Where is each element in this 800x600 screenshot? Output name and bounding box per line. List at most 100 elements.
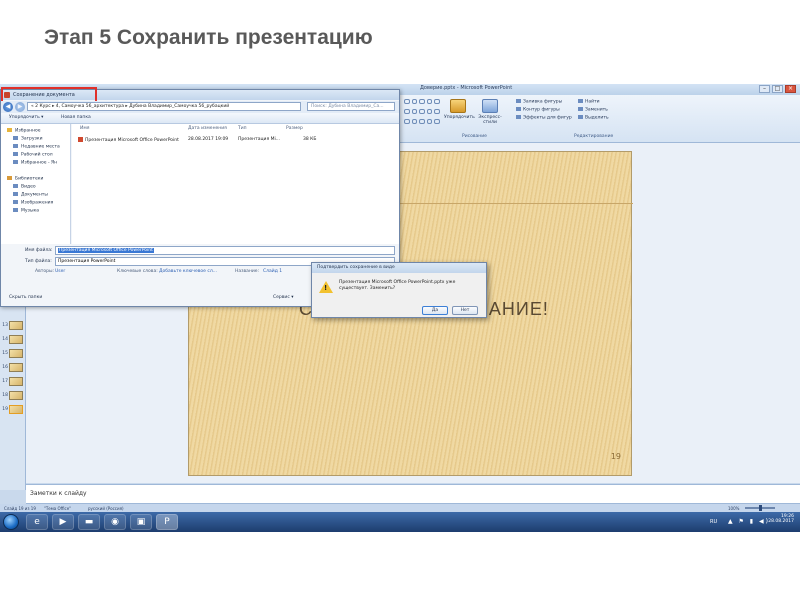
thumbnail-item[interactable]: 16 (1, 362, 25, 372)
thumbnail-image (9, 376, 23, 386)
shape-icon[interactable] (434, 119, 440, 124)
shape-icon[interactable] (426, 119, 433, 124)
thumbnail-item[interactable]: 18 (1, 390, 25, 400)
nav-documents[interactable]: Документы (13, 192, 48, 198)
start-button[interactable] (3, 514, 19, 530)
nav-libraries[interactable]: Библиотеки (7, 176, 43, 182)
no-button[interactable]: Нет (452, 306, 478, 315)
arrange-button[interactable]: Упорядочить (444, 99, 475, 127)
shape-icon[interactable] (426, 109, 433, 114)
shape-icon[interactable] (404, 109, 410, 114)
find-button[interactable]: Найти (578, 99, 600, 105)
column-date[interactable]: Дата изменения (188, 126, 227, 131)
shape-icon[interactable] (411, 109, 418, 114)
shape-outline-button[interactable]: Контур фигуры (516, 107, 560, 113)
nav-video[interactable]: Видео (13, 184, 36, 190)
zoom-slider[interactable] (745, 505, 775, 511)
back-icon[interactable]: ◀ (3, 102, 13, 112)
shape-icon[interactable] (426, 99, 433, 104)
arrange-icon (450, 99, 466, 113)
shapes-gallery[interactable] (404, 99, 440, 127)
folder-icon[interactable]: ▬ (78, 514, 100, 530)
search-input[interactable]: Поиск: Дубина Владимир_Са... (307, 102, 395, 111)
title-value[interactable]: Слайд 1 (263, 269, 282, 274)
service-button[interactable]: Сервис ▾ (273, 295, 294, 300)
slide-number: 19 (610, 452, 621, 461)
tray-icons[interactable]: ▲ ⚑ ▮ ◀) (728, 518, 770, 525)
thumbnail-item[interactable]: 17 (1, 376, 25, 386)
chrome-icon[interactable]: ◉ (104, 514, 126, 530)
status-bar: Слайд 19 из 19 "Тема Office" русский (Ро… (0, 504, 800, 512)
quick-styles-button[interactable]: Экспресс-стили (476, 99, 504, 127)
notes-pane[interactable]: Заметки к слайду (26, 484, 800, 504)
thumbnail-item-selected[interactable]: 19 (1, 404, 25, 414)
file-name-label: Имя файла: (25, 248, 53, 253)
shape-icon[interactable] (411, 119, 418, 124)
select-button[interactable]: Выделить (578, 115, 609, 121)
shape-icon[interactable] (411, 99, 418, 104)
file-name-selection: Презентация Microsoft Office PowerPoint (58, 248, 154, 253)
powerpoint-taskbar-icon[interactable]: P (156, 514, 178, 530)
column-name[interactable]: Имя (80, 126, 89, 131)
new-folder-button[interactable]: Новая папка (61, 115, 91, 120)
minimize-button[interactable]: – (759, 85, 770, 93)
thumbnail-image (9, 390, 23, 400)
nav-recent[interactable]: Недавние места (13, 144, 60, 150)
screenshot: Доверие.pptx - Microsoft PowerPoint – □ … (0, 84, 800, 532)
arrange-label: Упорядочить (444, 115, 475, 120)
column-size[interactable]: Размер (286, 126, 303, 131)
shape-icon[interactable] (419, 119, 425, 124)
shape-fill-button[interactable]: Заливка фигуры (516, 99, 562, 105)
close-button[interactable]: × (785, 85, 796, 93)
organize-button[interactable]: Упорядочить ▾ (9, 115, 43, 120)
shape-icon[interactable] (434, 99, 440, 104)
maximize-button[interactable]: □ (772, 85, 783, 93)
thumbnail-item[interactable]: 15 (1, 348, 25, 358)
address-field[interactable]: « 2 Курс ▸ 4, Самоучка 56_архитектура ▸ … (27, 102, 301, 111)
navigation-pane: Избранное Загрузки Недавние места Рабочи… (1, 124, 71, 244)
thumbnail-item[interactable]: 14 (1, 334, 25, 344)
media-icon[interactable]: ▶ (52, 514, 74, 530)
nav-fav-ya[interactable]: Избранное - Ян (13, 160, 57, 166)
file-name-field[interactable]: Презентация Microsoft Office PowerPoint (55, 246, 395, 255)
shape-icon[interactable] (419, 109, 425, 114)
replace-button[interactable]: Заменить (578, 107, 608, 113)
tray-language[interactable]: RU (710, 519, 717, 525)
authors-value[interactable]: User (55, 269, 65, 274)
file-list: Имя Дата изменения Тип Размер Презентаци… (72, 124, 399, 244)
zoom-knob[interactable] (759, 505, 762, 511)
forward-icon[interactable]: ▶ (15, 102, 25, 112)
taskbar: e ▶ ▬ ◉ ▣ P RU ▲ ⚑ ▮ ◀) 19:26 28.08.2017 (0, 512, 800, 532)
column-type[interactable]: Тип (238, 126, 247, 131)
table-row[interactable]: Презентация Microsoft Office PowerPoint … (76, 136, 396, 144)
picture-icon[interactable]: ▣ (130, 514, 152, 530)
quick-styles-label: Экспресс-стили (478, 115, 502, 125)
shape-icon[interactable] (434, 109, 440, 114)
thumbnail-item[interactable]: 13 (1, 320, 25, 330)
nav-desktop[interactable]: Рабочий стол (13, 152, 53, 158)
shape-icon[interactable] (404, 99, 410, 104)
thumbnail-image (9, 404, 23, 414)
yes-button[interactable]: Да (422, 306, 448, 315)
ie-icon[interactable]: e (26, 514, 48, 530)
thumbnail-image (9, 320, 23, 330)
shape-icon[interactable] (419, 99, 425, 104)
shape-icon[interactable] (404, 119, 410, 124)
status-slide-info: Слайд 19 из 19 (4, 506, 36, 511)
tray-clock[interactable]: 19:26 28.08.2017 (768, 514, 794, 524)
group-drawing-label: Рисование (462, 134, 487, 139)
nav-favorites[interactable]: Избранное (7, 128, 41, 134)
confirm-message: Презентация Microsoft Office PowerPoint.… (339, 280, 456, 291)
hide-folders-button[interactable]: Скрыть папки (9, 295, 42, 300)
confirm-dialog-title: Подтвердить сохранение в виде (312, 263, 486, 273)
window-controls: – □ × (759, 85, 796, 93)
shape-effects-button[interactable]: Эффекты для фигур (516, 115, 572, 121)
nav-images[interactable]: Изображения (13, 200, 53, 206)
keywords-value[interactable]: Добавьте ключевое сл... (159, 269, 217, 274)
file-type-cell: Презентация Mi... (238, 137, 281, 142)
warning-mark: ! (324, 284, 328, 292)
nav-music[interactable]: Музыка (13, 208, 39, 214)
file-name-cell: Презентация Microsoft Office PowerPoint (78, 137, 179, 143)
nav-downloads[interactable]: Загрузки (13, 136, 43, 142)
dialog-toolbar: Упорядочить ▾ Новая папка (1, 113, 399, 124)
